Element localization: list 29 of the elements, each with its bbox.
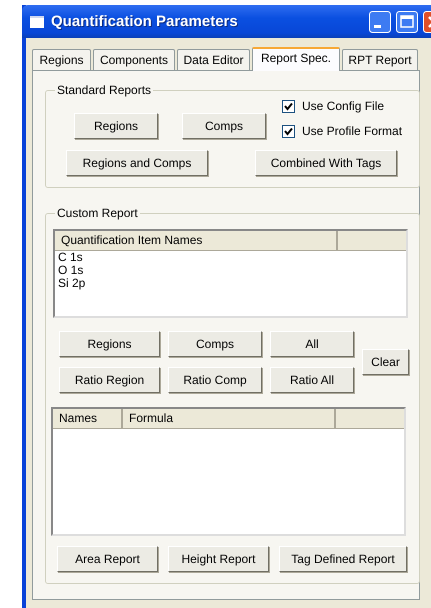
column-header[interactable]: Names — [53, 409, 123, 428]
report-button[interactable]: Tag Defined Report — [279, 546, 407, 572]
report-item-button[interactable]: Comps — [168, 331, 262, 357]
report-button[interactable]: Height Report — [168, 546, 269, 572]
tab[interactable]: Report Spec. — [252, 47, 340, 71]
report-item-button[interactable]: Regions — [59, 331, 160, 357]
comps-button[interactable]: Comps — [182, 113, 266, 139]
report-item-button[interactable]: Ratio All — [270, 367, 354, 393]
report-item-button[interactable]: Ratio Comp — [168, 367, 262, 393]
tab[interactable]: Regions — [32, 49, 91, 70]
regions-and-comps-button[interactable]: Regions and Comps — [66, 150, 208, 176]
regions-button[interactable]: Regions — [74, 113, 158, 139]
report-item-button[interactable]: All — [270, 331, 354, 357]
checkbox-label: Use Config File — [302, 99, 384, 113]
group-title: Custom Report — [55, 206, 140, 220]
list-item[interactable]: C 1s — [55, 251, 406, 264]
report-item-button[interactable]: Clear — [362, 349, 409, 375]
column-header[interactable]: Formula — [123, 409, 336, 428]
list-item[interactable]: O 1s — [55, 264, 406, 277]
tab[interactable]: RPT Report — [342, 49, 418, 70]
window-title: Quantification Parameters — [51, 13, 238, 30]
tab[interactable]: Data Editor — [177, 49, 250, 70]
list-item[interactable]: Si 2p — [55, 277, 406, 290]
report-item-button[interactable]: Ratio Region — [59, 367, 160, 393]
checkbox-label: Use Profile Format — [302, 124, 402, 138]
report-button[interactable]: Area Report — [57, 546, 158, 572]
tab[interactable]: Components — [93, 49, 175, 70]
combined-with-tags-button[interactable]: Combined With Tags — [255, 150, 397, 176]
group-title: Standard Reports — [55, 83, 154, 97]
